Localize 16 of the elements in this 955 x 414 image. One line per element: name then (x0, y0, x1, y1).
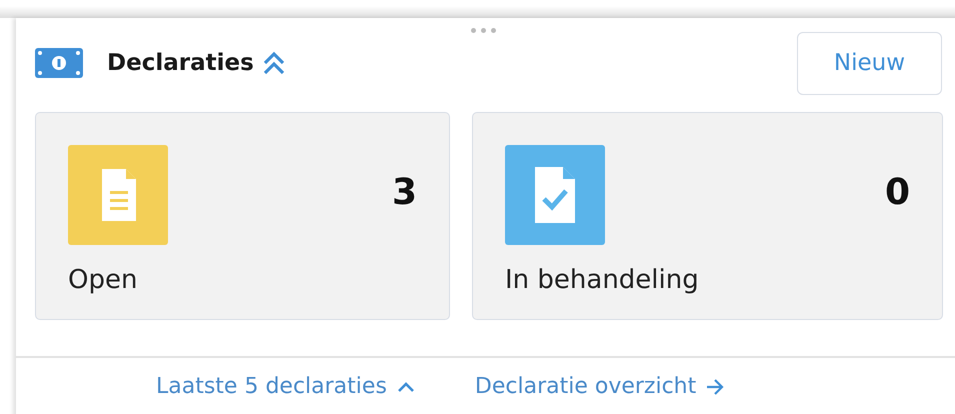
count-number: 0 (884, 172, 910, 212)
card-title: Declaraties (107, 50, 254, 76)
status-tile[interactable]: 0 In behandeling (472, 112, 943, 320)
document-check-icon (505, 145, 605, 245)
status-tile[interactable]: 3 Open (35, 112, 450, 320)
document-icon (68, 145, 168, 245)
footer-link[interactable]: Laatste 5 declaraties (156, 374, 415, 399)
tile-label: Open (68, 265, 138, 295)
drag-handle-icon[interactable] (471, 28, 496, 33)
tile-label: In behandeling (505, 265, 700, 295)
arrow-right-icon (706, 378, 724, 396)
new-button[interactable]: Nieuw (797, 32, 942, 94)
double-chevron-up-icon[interactable] (262, 51, 286, 75)
footer-link[interactable]: Declaratie overzicht (474, 374, 724, 399)
count-number: 3 (392, 172, 417, 212)
banknote-icon (35, 48, 83, 78)
